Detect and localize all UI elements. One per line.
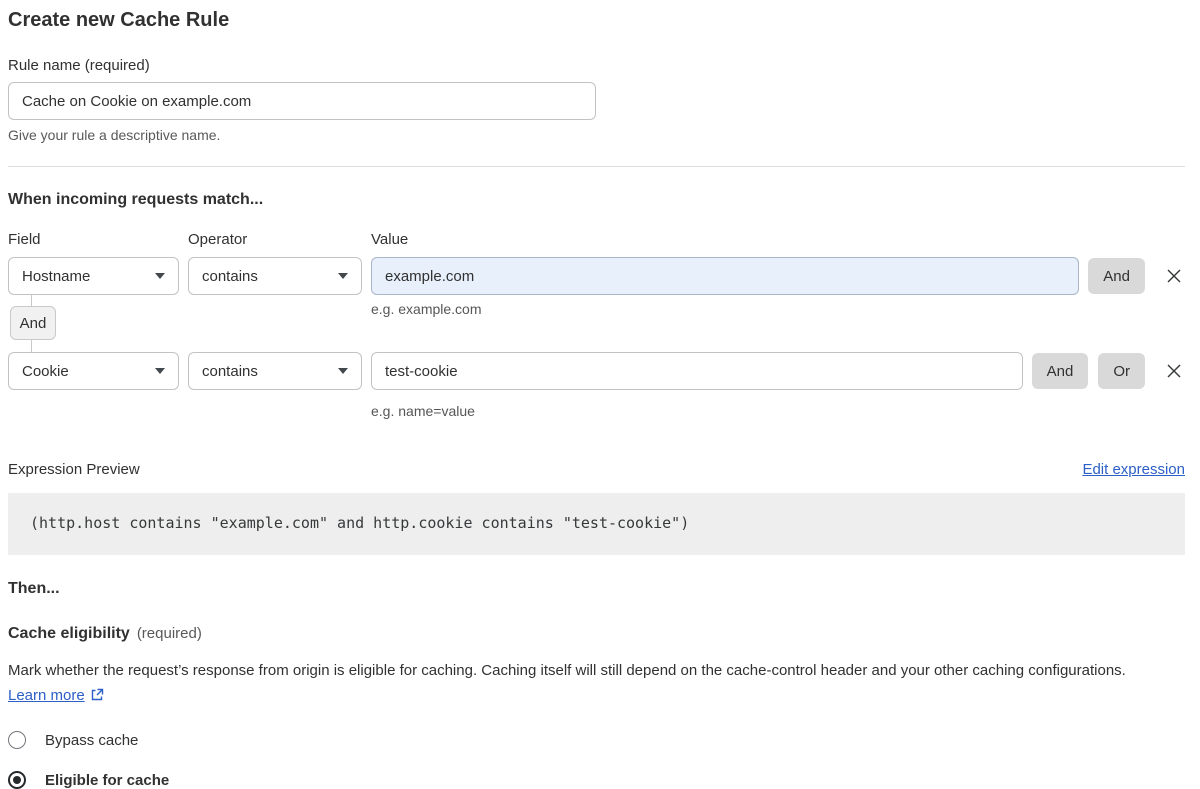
field-column-label: Field [8,231,179,248]
chevron-down-icon [338,368,348,374]
condition-row: Hostname contains And [8,257,1185,295]
operator-select-value: contains [202,268,258,285]
condition-connector: And [8,295,179,352]
operator-column-label: Operator [188,231,362,248]
expression-preview-label: Expression Preview [8,461,140,478]
rule-name-help: Give your rule a descriptive name. [8,127,1185,143]
rule-name-input[interactable] [8,82,596,120]
condition-row: Cookie contains And Or [8,352,1185,390]
description-text: Mark whether the request’s response from… [8,662,1126,679]
value-input[interactable] [371,257,1079,295]
field-select-value: Cookie [22,363,69,380]
match-heading: When incoming requests match... [8,191,1185,209]
connector-band: And e.g. example.com [8,295,1185,352]
rule-name-label: Rule name (required) [8,57,1185,74]
remove-condition-button[interactable] [1163,265,1185,287]
connector-and-button[interactable]: And [10,306,56,340]
value-example-help: e.g. example.com [371,301,1176,317]
cache-eligibility-heading: Cache eligibility (required) [8,625,1185,643]
add-or-condition-button[interactable]: Or [1098,353,1145,389]
chevron-down-icon [338,273,348,279]
chevron-down-icon [155,273,165,279]
value-input[interactable] [371,352,1023,390]
learn-more-link[interactable]: Learn more [8,687,85,704]
radio-option-eligible-for-cache[interactable]: Eligible for cache [8,771,1185,789]
operator-select-value: contains [202,363,258,380]
then-heading: Then... [8,580,1185,598]
radio-unselected-icon[interactable] [8,731,26,749]
cache-eligibility-description: Mark whether the request’s response from… [8,658,1168,708]
operator-select[interactable]: contains [188,352,362,390]
field-select[interactable]: Cookie [8,352,179,390]
cache-eligibility-title: Cache eligibility [8,625,130,642]
value-example-help: e.g. name=value [371,403,1176,419]
close-icon [1166,363,1182,379]
add-and-condition-button[interactable]: And [1032,353,1089,389]
row-actions: And Or [1032,353,1185,389]
row-actions: And [1088,258,1185,294]
radio-option-bypass-cache[interactable]: Bypass cache [8,731,1185,749]
condition-column-labels: Field Operator Value [8,231,1185,248]
create-cache-rule-form: Create new Cache Rule Rule name (require… [0,0,1200,789]
value-column-label: Value [371,231,1176,248]
section-divider [8,166,1185,167]
expression-code: (http.host contains "example.com" and ht… [8,493,1185,555]
radio-selected-icon[interactable] [8,771,26,789]
chevron-down-icon [155,368,165,374]
field-select-value: Hostname [22,268,90,285]
remove-condition-button[interactable] [1163,360,1185,382]
radio-label: Eligible for cache [45,772,169,789]
operator-select[interactable]: contains [188,257,362,295]
field-select[interactable]: Hostname [8,257,179,295]
required-note: (required) [137,625,202,642]
expression-preview-header: Expression Preview Edit expression [8,461,1185,478]
edit-expression-link[interactable]: Edit expression [1082,461,1185,478]
add-and-condition-button[interactable]: And [1088,258,1145,294]
external-link-icon [90,688,104,702]
helper-row: e.g. name=value [8,397,1185,419]
radio-label: Bypass cache [45,732,138,749]
close-icon [1166,268,1182,284]
page-title: Create new Cache Rule [8,6,1185,34]
